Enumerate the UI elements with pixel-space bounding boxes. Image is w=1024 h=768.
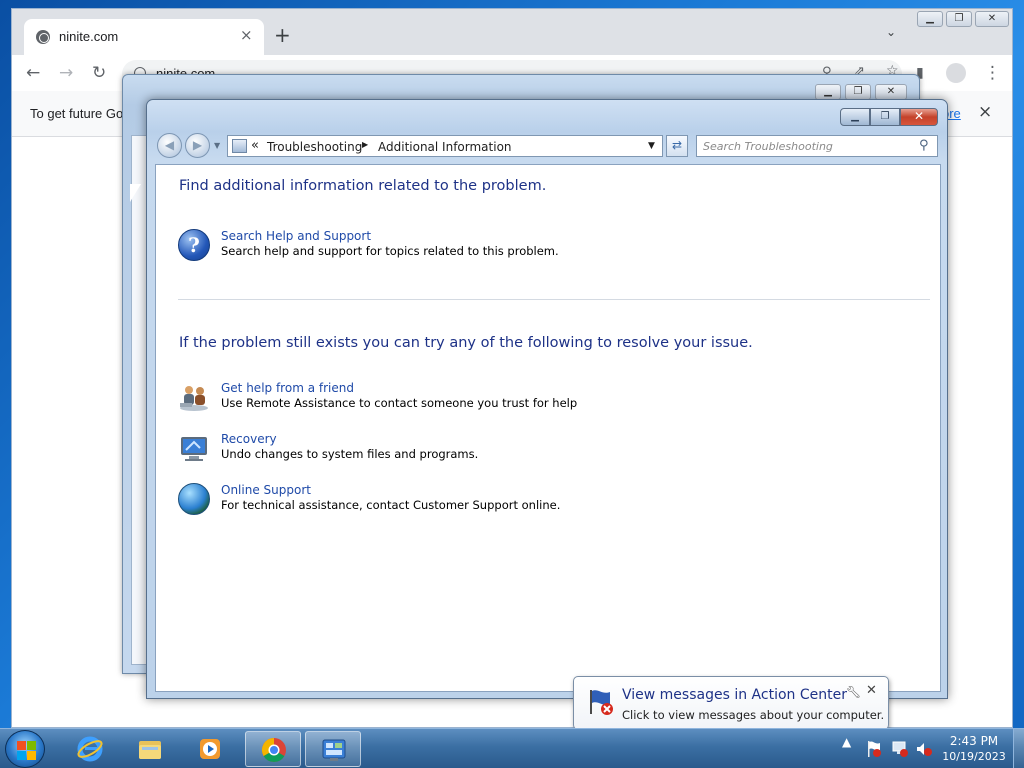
browser-tab[interactable]: ninite.com × <box>24 19 264 55</box>
section-divider <box>178 299 930 300</box>
troubleshooting-window: ▁ ❐ ✕ ◀ ▶ ▼ « Troubleshooting ▶ Addition… <box>146 99 948 699</box>
wrench-icon[interactable]: 🔧︎ <box>846 685 861 699</box>
new-tab-button[interactable]: + <box>274 23 291 47</box>
windows-logo-icon-part <box>27 741 36 750</box>
task-link[interactable]: Search Help and Support <box>221 229 371 243</box>
breadcrumb-additional-information[interactable]: Additional Information <box>378 140 512 154</box>
task-link[interactable]: Online Support <box>221 483 311 497</box>
navigation-buttons: ◀ ▶ ▼ <box>157 133 227 159</box>
browser-window-controls: ▁ ❐ ✕ <box>917 11 1009 29</box>
task-recovery[interactable]: Recovery Undo changes to system files an… <box>178 432 878 466</box>
recovery-computer-icon <box>181 437 207 461</box>
globe-icon <box>178 483 210 515</box>
notification-close-icon[interactable]: ✕ <box>866 683 877 698</box>
show-desktop-button[interactable] <box>1013 729 1024 768</box>
clock-time[interactable]: 2:43 PM <box>944 734 1004 748</box>
close-button[interactable]: ✕ <box>975 11 1009 27</box>
task-online-support[interactable]: Online Support For technical assistance,… <box>178 483 878 517</box>
maximize-button[interactable]: ❐ <box>870 108 900 126</box>
chevron-down-icon[interactable]: ⌄ <box>886 25 896 39</box>
task-link[interactable]: Recovery <box>221 432 277 446</box>
task-get-help-friend[interactable]: Get help from a friend Use Remote Assist… <box>178 381 878 415</box>
taskbar-control-panel[interactable] <box>305 731 361 767</box>
notification-title: View messages in Action Center <box>622 687 847 703</box>
back-arrow-icon[interactable]: ← <box>26 63 40 83</box>
show-hidden-icons-icon[interactable]: ▲ <box>842 735 851 749</box>
breadcrumb-address-bar[interactable]: « Troubleshooting ▶ Additional Informati… <box>227 135 663 157</box>
forward-arrow-icon[interactable]: → <box>59 63 73 83</box>
taskbar: ▲ 2:43 PM 10/19/2023 <box>0 728 1024 768</box>
network-tray-icon[interactable] <box>891 740 909 758</box>
clock-date[interactable]: 10/19/2023 <box>940 750 1008 763</box>
media-player-icon <box>200 739 220 759</box>
minimize-button[interactable]: ▁ <box>917 11 943 27</box>
search-box[interactable]: Search Troubleshooting ⚲ <box>696 135 938 157</box>
search-placeholder: Search Troubleshooting <box>703 140 833 153</box>
breadcrumb-separator-icon[interactable]: ▶ <box>362 140 368 149</box>
task-link[interactable]: Get help from a friend <box>221 381 354 395</box>
address-dropdown-icon[interactable]: ▼ <box>648 141 655 151</box>
windows-logo-icon-part <box>17 751 26 760</box>
action-center-notification[interactable]: View messages in Action Center Click to … <box>573 676 889 741</box>
mouse-cursor <box>130 184 141 202</box>
infobar-close-icon[interactable]: × <box>978 102 992 122</box>
task-description: For technical assistance, contact Custom… <box>221 498 561 512</box>
minimize-button[interactable]: ▁ <box>840 108 870 126</box>
help-question-icon: ? <box>178 229 210 261</box>
task-description: Use Remote Assistance to contact someone… <box>221 396 578 410</box>
breadcrumb-troubleshooting[interactable]: Troubleshooting <box>267 140 362 154</box>
breadcrumb-overflow-icon[interactable]: « <box>251 138 259 153</box>
maximize-button[interactable]: ❐ <box>845 84 871 100</box>
start-button[interactable] <box>5 730 45 768</box>
task-description: Undo changes to system files and program… <box>221 447 479 461</box>
content-pane: Find additional information related to t… <box>155 164 941 692</box>
menu-dots-icon[interactable]: ⋮ <box>984 63 1001 83</box>
page-heading: Find additional information related to t… <box>179 178 547 194</box>
refresh-button[interactable]: ⇄ <box>666 135 688 157</box>
close-button[interactable]: ✕ <box>900 108 938 126</box>
internet-explorer-icon <box>77 736 103 762</box>
globe-icon <box>36 30 50 44</box>
task-search-help[interactable]: ? Search Help and Support Search help an… <box>178 229 878 263</box>
control-panel-icon <box>322 739 346 761</box>
notification-description: Click to view messages about your comput… <box>622 708 885 722</box>
reload-icon[interactable]: ↻ <box>92 63 106 83</box>
recent-pages-dropdown-icon[interactable]: ▼ <box>214 141 220 150</box>
taskbar-file-explorer[interactable] <box>122 731 178 767</box>
control-panel-icon <box>232 139 247 153</box>
close-button[interactable]: ✕ <box>875 84 907 100</box>
action-center-tray-icon[interactable] <box>866 740 882 758</box>
windows-logo-icon <box>17 741 26 750</box>
infobar-message: To get future Go <box>30 106 124 121</box>
taskbar-internet-explorer[interactable] <box>62 731 118 767</box>
search-icon[interactable]: ⚲ <box>919 138 929 153</box>
volume-muted-tray-icon[interactable] <box>915 740 933 758</box>
forward-button[interactable]: ▶ <box>185 133 210 158</box>
taskbar-media-player[interactable] <box>182 731 238 767</box>
minimize-button[interactable]: ▁ <box>815 84 841 100</box>
maximize-button[interactable]: ❐ <box>946 11 972 27</box>
section-heading: If the problem still exists you can try … <box>179 335 753 351</box>
windows-logo-icon-part <box>27 751 36 760</box>
profile-avatar[interactable] <box>946 63 966 83</box>
tab-title: ninite.com <box>59 29 119 44</box>
chrome-icon <box>261 738 286 763</box>
back-button[interactable]: ◀ <box>157 133 182 158</box>
tab-close-icon[interactable]: × <box>240 26 253 44</box>
remote-assistance-icon <box>180 386 208 411</box>
folder-icon <box>139 741 161 759</box>
browser-tabstrip: ninite.com × + ⌄ ▁ ❐ ✕ <box>12 9 1012 55</box>
task-description: Search help and support for topics relat… <box>221 244 559 258</box>
action-center-flag-icon <box>590 690 613 715</box>
taskbar-chrome[interactable] <box>245 731 301 767</box>
